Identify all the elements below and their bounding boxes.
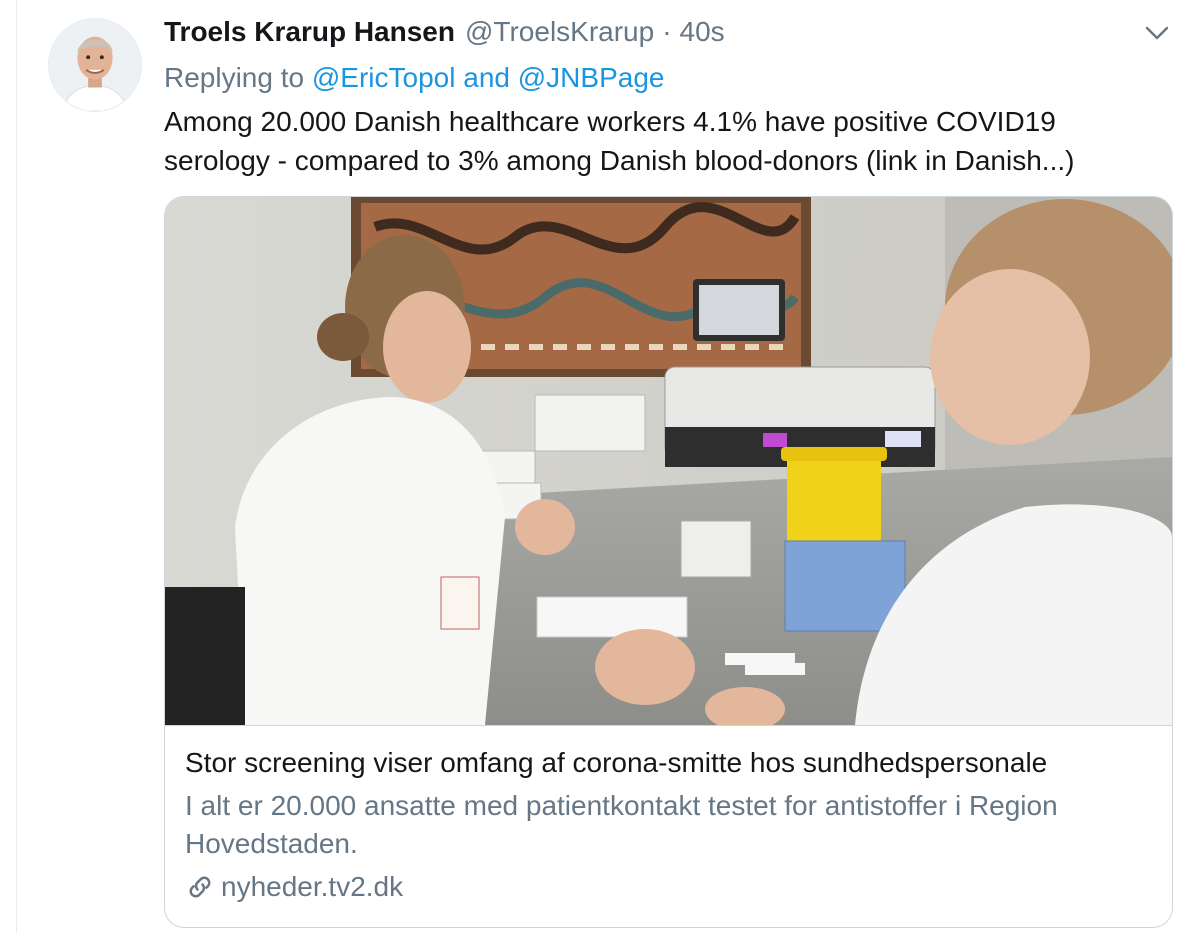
replying-to: Replying to @EricTopol and @JNBPage (164, 62, 664, 94)
card-domain[interactable]: nyheder.tv2.dk (185, 869, 403, 905)
avatar[interactable] (48, 18, 142, 112)
card-description-line: Hovedstaden. (185, 828, 358, 859)
tweet-text: Among 20.000 Danish healthcare workers 4… (164, 102, 1174, 180)
author-handle[interactable]: @TroelsKrarup (465, 16, 654, 48)
card-title[interactable]: Stor screening viser omfang af corona-sm… (185, 747, 1155, 779)
card-description: I alt er 20.000 ansatte med patientkonta… (185, 787, 1145, 863)
tweet-header: Troels Krarup Hansen @TroelsKrarup · 40s (164, 16, 725, 56)
card-domain-text[interactable]: nyheder.tv2.dk (221, 871, 403, 903)
card-photo (165, 197, 1172, 725)
separator-dot: · (662, 16, 672, 47)
reply-conjunction[interactable]: and (463, 62, 510, 93)
link-icon (189, 876, 211, 898)
author-name[interactable]: Troels Krarup Hansen (164, 16, 455, 48)
chevron-down-icon[interactable] (1144, 22, 1170, 44)
timestamp[interactable]: 40s (680, 16, 725, 48)
link-card[interactable]: Stor screening viser omfang af corona-sm… (164, 196, 1173, 928)
tweet-text-line: Among 20.000 Danish healthcare workers 4… (164, 106, 1056, 137)
reply-mention-ericTopol[interactable]: @EricTopol (312, 62, 456, 93)
card-image[interactable] (165, 197, 1172, 725)
tweet: Troels Krarup Hansen @TroelsKrarup · 40s… (0, 0, 1200, 933)
tweet-text-line: serology - compared to 3% among Danish b… (164, 145, 1075, 176)
replying-prefix: Replying to (164, 62, 305, 93)
avatar-photo (49, 19, 141, 111)
reply-mention-jnbpage[interactable]: @JNBPage (518, 62, 665, 93)
card-description-line: I alt er 20.000 ansatte med patientkonta… (185, 790, 1058, 821)
card-divider (165, 725, 1172, 726)
